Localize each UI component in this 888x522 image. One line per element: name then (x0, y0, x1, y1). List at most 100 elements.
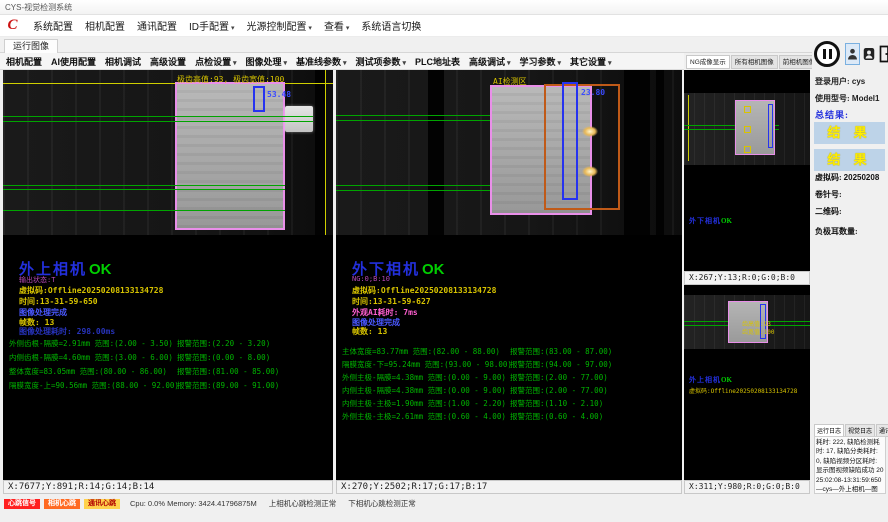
measurement-text: 内侧主极-主极=1.90mm 范围:(1.00 - 2.20) (342, 399, 506, 408)
pause-icon (823, 49, 826, 59)
result-ok-text: OK (422, 261, 445, 278)
model-value[interactable]: Model1 (852, 94, 880, 103)
measure-line-green (3, 121, 313, 122)
machine-column (656, 70, 664, 235)
pause-icon (829, 49, 832, 59)
small-view-caption: 外下相机OK (689, 216, 732, 226)
virtual-code-text: 虚拟码:Offline20250208133134728 (352, 285, 496, 296)
tool-advanced-settings[interactable]: 高级设置 (150, 55, 186, 68)
alarm-range-text: 报警范围:(2.00 - 77.00) (510, 385, 608, 396)
virtual-code-text: 虚拟码:Offline20250208133134728 (19, 285, 163, 296)
titlebar: CYS-视觉检测系统 (0, 0, 888, 15)
toolbar: 相机配置 AI使用配置 相机调试 高级设置 点检设置 图像处理 基准线参数 测试… (0, 53, 684, 70)
machine-column (428, 70, 444, 235)
tool-camera-debug[interactable]: 相机调试 (105, 55, 141, 68)
menu-comm-config[interactable]: 通讯配置 (137, 18, 177, 33)
baseline-yellow-v (688, 95, 689, 161)
menu-view[interactable]: 查看 (324, 18, 349, 33)
pause-button[interactable] (814, 41, 840, 67)
small-view-1[interactable]: 外下相机OK (684, 70, 810, 271)
tabstrip: 运行图像 (0, 37, 888, 53)
menu-light-config[interactable]: 光源控制配置 (246, 18, 311, 33)
alarm-range-text: 报警范围:(89.00 - 91.00) (177, 380, 279, 391)
qr-code-label: 二维码: (815, 207, 842, 216)
small-view-1-status: X:267;Y:13;R:0;G:0;B:0 (684, 271, 810, 285)
alarm-range-text: 报警范围:(81.00 - 85.00) (177, 366, 279, 377)
user-login-button[interactable] (845, 43, 860, 65)
measurement-row: 外侧主极-主极=2.61mm 范围:(0.60 - 4.00) 报警范围:(0.… (342, 411, 680, 422)
needle-number-field: 卷针号: (815, 189, 842, 200)
tool-learning-params[interactable]: 学习参数 (520, 55, 561, 68)
log-output[interactable]: 耗时: 222, 缺陷检测耗时: 17, 缺陷分类耗时: 0, 缺陷视频分区耗时… (814, 436, 886, 494)
camera-name: 外上相机 (689, 376, 721, 384)
qr-code-field: 二维码: (815, 206, 842, 217)
menu-camera-config[interactable]: 相机配置 (85, 18, 125, 33)
tool-camera-config[interactable]: 相机配置 (6, 55, 42, 68)
menu-system-config[interactable]: 系统配置 (33, 18, 73, 33)
tab-run-image[interactable]: 运行图像 (4, 39, 58, 53)
measure-line-green (3, 189, 285, 190)
small-view-2[interactable]: 齿高值:93 齿宽值:100 外上相机OK 虚拟码:Offline2025020… (684, 285, 810, 480)
bottom-statusbar: 心跳信号 相机心跳 通讯心跳 Cpu: 0.0% Memory: 3424.41… (0, 497, 888, 510)
inspected-part (175, 82, 285, 230)
tab-ng-display[interactable]: NG成像显示 (686, 55, 730, 69)
reflection-glow (582, 126, 598, 137)
heartbeat-badge: 心跳信号 (4, 499, 40, 509)
tooth-marker (744, 106, 751, 113)
tool-other-settings[interactable]: 其它设置 (570, 55, 611, 68)
tab-all-cameras[interactable]: 所有相机图像 (731, 55, 778, 69)
baseline-yellow-v (325, 70, 326, 235)
tool-baseline-params[interactable]: 基准线参数 (296, 55, 346, 68)
app-window: CYS-视觉检测系统 C 系统配置 相机配置 通讯配置 ID手配置 光源控制配置… (0, 0, 888, 522)
overlay-annotation: AI检测区 (493, 76, 527, 87)
gauge-roi-box (562, 82, 578, 200)
small-view-caption: 外上相机OK (689, 375, 732, 385)
result-ok-text: OK (721, 217, 732, 225)
tool-plc-address[interactable]: PLC地址表 (415, 55, 460, 68)
virtual-code-field: 虚拟码: 20250208 (815, 172, 879, 183)
alarm-range-text: 报警范围:(0.00 - 8.00) (177, 352, 270, 363)
window-title: CYS-视觉检测系统 (5, 2, 72, 13)
user-profile-button[interactable] (862, 45, 875, 63)
menu-id-config[interactable]: ID手配置 (189, 18, 234, 33)
menubar: C 系统配置 相机配置 通讯配置 ID手配置 光源控制配置 查看 系统语言切换 (0, 15, 888, 37)
measurement-row: 内侧齿根-隔膜=4.60mm 范围:(3.00 - 6.00) 报警范围:(0.… (9, 352, 331, 363)
result-box-2: 结 果 (814, 149, 885, 171)
left-camera-image[interactable]: 53.48 极齿高值:93, 极齿宽值:100 (3, 70, 333, 235)
right-view-tabs: NG成像显示 所有相机图像 前相机图像 (686, 55, 812, 70)
measurement-row: 隔膜宽度-上=90.56mm 范围:(88.00 - 92.00) 报警范围:(… (9, 380, 331, 391)
needle-number-label: 卷针号: (815, 190, 842, 199)
tool-advanced-debug[interactable]: 高级调试 (469, 55, 510, 68)
measurement-row: 内侧主极-主极=1.90mm 范围:(1.00 - 2.20) 报警范围:(1.… (342, 398, 680, 409)
mid-pixel-status: X:270;Y:2502;R:17;G:17;B:17 (336, 480, 682, 494)
tool-test-params[interactable]: 测试项参数 (356, 55, 406, 68)
measurement-text: 整体宽度=83.05mm 范围:(80.00 - 86.00) (9, 367, 167, 376)
app-logo-icon: C (4, 17, 21, 34)
time-text: 时间:13-31-59-627 (352, 296, 431, 307)
measurement-row: 外侧齿根-隔膜=2.91mm 范围:(2.00 - 3.50) 报警范围:(2.… (9, 338, 331, 349)
tool-spot-check[interactable]: 点检设置 (195, 55, 236, 68)
mid-camera-image[interactable]: AI检测区 23.80 (336, 70, 682, 235)
result-box-1: 结 果 (814, 122, 885, 144)
user-icon (847, 47, 858, 61)
alarm-range-text: 报警范围:(94.00 - 97.00) (510, 359, 612, 370)
exit-button[interactable] (877, 43, 888, 64)
measure-line-green (3, 210, 285, 211)
gauge-roi-box (253, 86, 265, 112)
alarm-range-text: 报警范围:(0.60 - 4.00) (510, 411, 603, 422)
measurement-text: 隔膜宽度-下=95.24mm 范围:(93.00 - 98.00) (342, 360, 512, 369)
tool-image-processing[interactable]: 图像处理 (246, 55, 287, 68)
comm-heartbeat-badge: 通讯心跳 (84, 499, 120, 509)
tool-ai-use-config[interactable]: AI使用配置 (51, 55, 96, 68)
measurement-row: 隔膜宽度-下=95.24mm 范围:(93.00 - 98.00) 报警范围:(… (342, 359, 680, 370)
upper-camera-heartbeat-text: 上相机心跳检测正常 (269, 498, 337, 509)
menu-language-switch[interactable]: 系统语言切换 (361, 18, 421, 33)
measurement-text: 内侧齿根-隔膜=4.60mm 范围:(3.00 - 6.00) (9, 353, 173, 362)
virtual-code-text: 虚拟码:Offline20250208133134728 (689, 386, 797, 395)
small-view-2-status: X:311;Y:980;R:0;G:0;B:0 (684, 480, 810, 494)
lower-camera-heartbeat-text: 下相机心跳检测正常 (348, 498, 416, 509)
login-user-row: 登录用户: cys (815, 76, 865, 87)
virtual-code-label: 虚拟码: (815, 173, 842, 182)
measurement-row: 外侧主极-隔膜=4.38mm 范围:(0.00 - 9.00) 报警范围:(2.… (342, 372, 680, 383)
login-user-value: cys (852, 77, 865, 86)
